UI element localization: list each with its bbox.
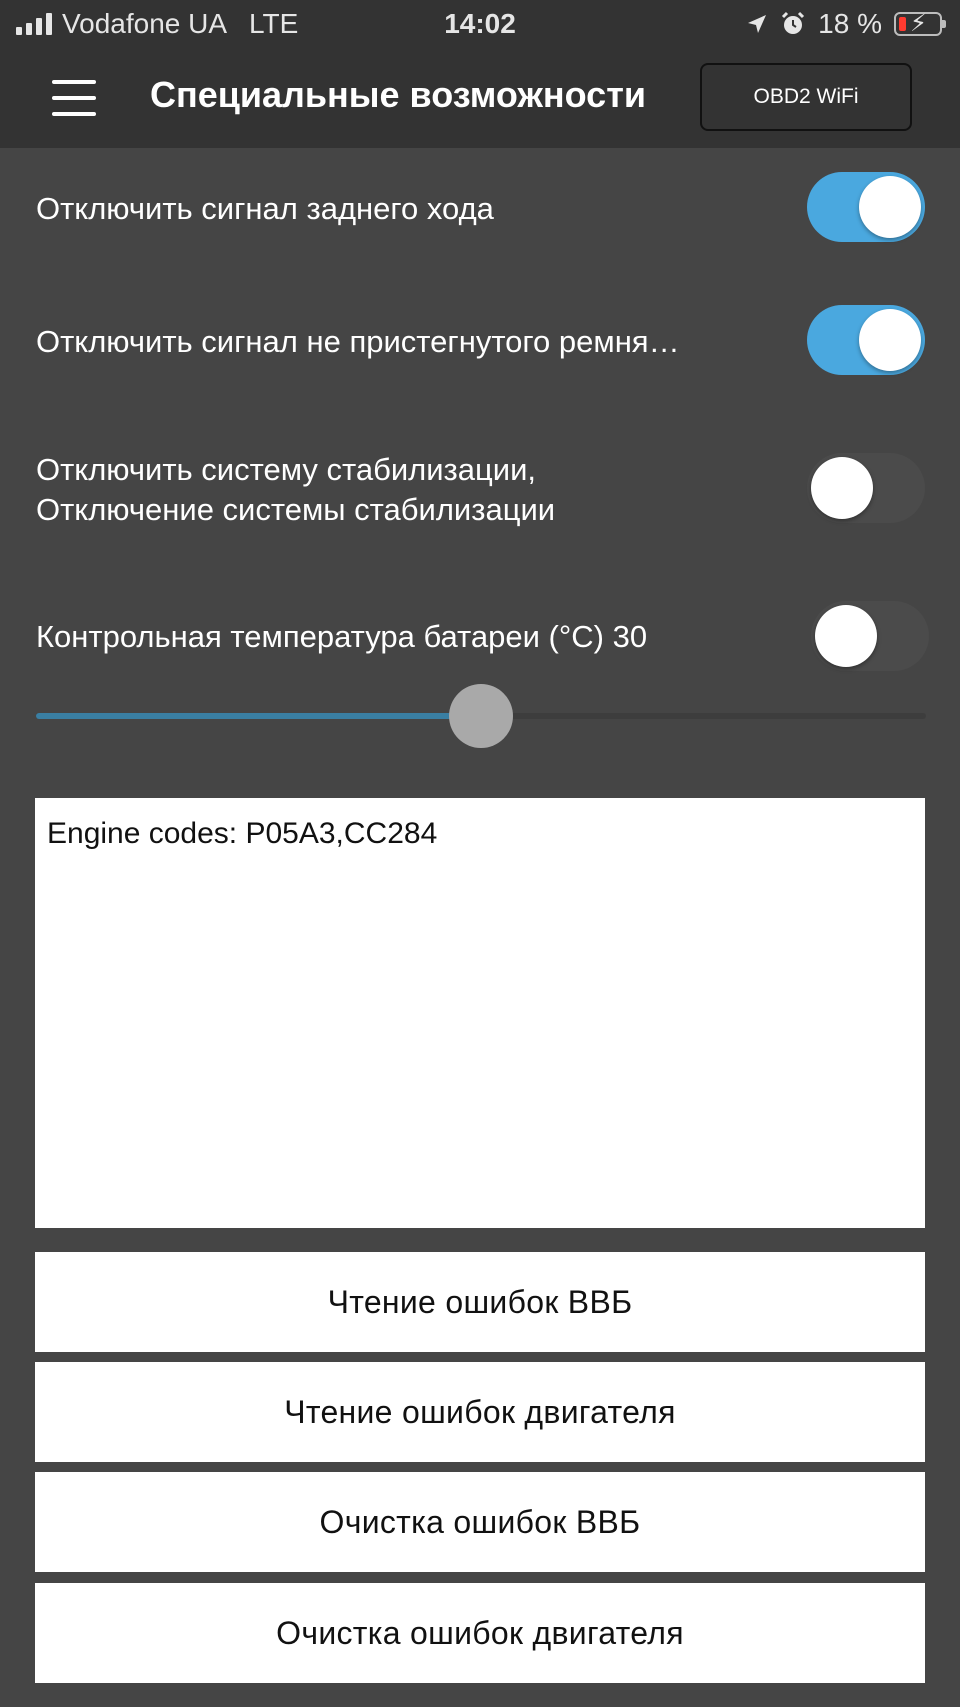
- obd2-wifi-button[interactable]: OBD2 WiFi: [700, 63, 912, 131]
- setting-label-seatbelt-signal: Отключить сигнал не пристегнутого ремня…: [36, 324, 680, 359]
- toggle-knob: [859, 309, 921, 371]
- slider-fill: [36, 713, 481, 719]
- output-box: Engine codes: P05A3,CC284: [35, 798, 925, 1228]
- signal-icon: [16, 13, 52, 35]
- page-title: Специальные возможности: [150, 74, 646, 115]
- nav-bar: Специальные возможности OBD2 WiFi: [0, 48, 960, 148]
- battery-temperature-slider[interactable]: [36, 684, 926, 748]
- read-engine-errors-button[interactable]: Чтение ошибок двигателя: [35, 1362, 925, 1462]
- battery-charging-icon: ⚡: [894, 10, 946, 37]
- toggle-knob: [859, 176, 921, 238]
- setting-label-stability-line2: Отключение системы стабилизации: [36, 492, 556, 527]
- toggle-stability-system[interactable]: [807, 453, 925, 523]
- battery-percent: 18 %: [818, 8, 882, 39]
- network-type: LTE: [249, 8, 299, 39]
- setting-label-reverse-signal: Отключить сигнал заднего хода: [36, 191, 494, 226]
- status-left: Vodafone UA LTE: [16, 8, 298, 40]
- toggle-seatbelt-signal[interactable]: [807, 305, 925, 375]
- status-right: 18 % ⚡: [746, 8, 946, 40]
- toggle-knob: [811, 457, 873, 519]
- read-hv-battery-errors-button[interactable]: Чтение ошибок ВВБ: [35, 1252, 925, 1352]
- setting-label-stability-line1: Отключить систему стабилизации,: [36, 452, 537, 487]
- toggle-knob: [815, 605, 877, 667]
- carrier-name: Vodafone UA: [62, 8, 228, 39]
- slider-thumb[interactable]: [449, 684, 513, 748]
- setting-label-battery-temperature: Контрольная температура батареи (°C) 30: [36, 619, 648, 654]
- clear-hv-battery-errors-button[interactable]: Очистка ошибок ВВБ: [35, 1472, 925, 1572]
- toggle-battery-temperature[interactable]: [811, 601, 929, 671]
- toggle-reverse-signal[interactable]: [807, 172, 925, 242]
- alarm-icon: [782, 11, 805, 34]
- status-bar: Vodafone UA LTE 14:02 18 % ⚡: [0, 0, 960, 48]
- output-text: Engine codes: P05A3,CC284: [47, 817, 438, 850]
- hamburger-icon[interactable]: [40, 76, 108, 120]
- location-arrow-icon: [748, 15, 767, 33]
- clear-engine-errors-button[interactable]: Очистка ошибок двигателя: [35, 1583, 925, 1683]
